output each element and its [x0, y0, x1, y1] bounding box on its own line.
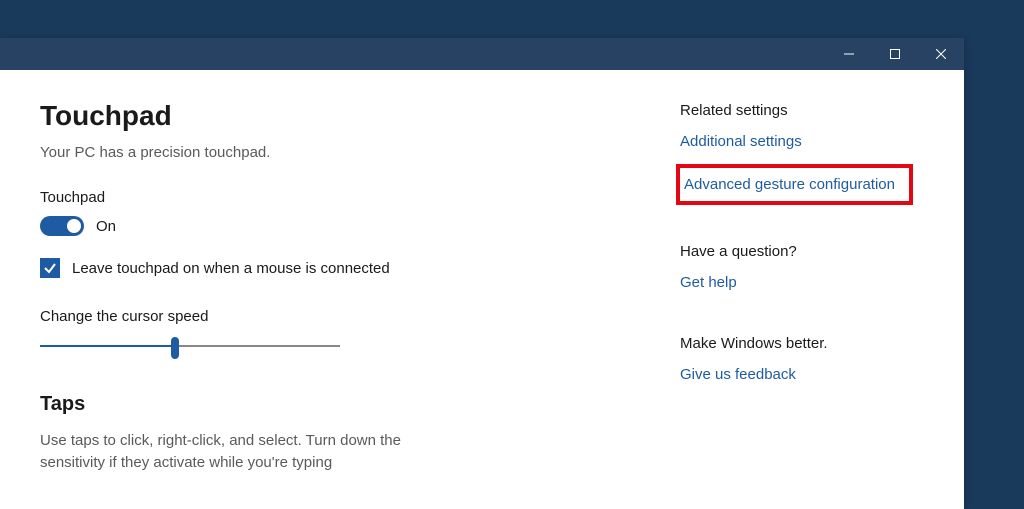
touchpad-toggle-row: On [40, 216, 640, 236]
window-titlebar [0, 38, 964, 70]
toggle-knob [67, 219, 81, 233]
cursor-speed-label: Change the cursor speed [40, 308, 640, 325]
maximize-button[interactable] [872, 38, 918, 70]
cursor-speed-slider[interactable] [40, 335, 340, 359]
settings-window: Touchpad Your PC has a precision touchpa… [0, 38, 964, 509]
close-button[interactable] [918, 38, 964, 70]
touchpad-toggle[interactable] [40, 216, 84, 236]
page-title: Touchpad [40, 100, 640, 132]
additional-settings-link[interactable]: Additional settings [680, 133, 924, 150]
side-column: Related settings Additional settings Adv… [640, 100, 924, 509]
content-area: Touchpad Your PC has a precision touchpa… [0, 70, 964, 509]
feedback-heading: Make Windows better. [680, 335, 924, 352]
advanced-gesture-link[interactable]: Advanced gesture configuration [684, 176, 895, 193]
cursor-speed-section: Change the cursor speed [40, 308, 640, 359]
get-help-link[interactable]: Get help [680, 274, 924, 291]
help-group: Have a question? Get help [680, 243, 924, 291]
taps-heading: Taps [40, 393, 640, 416]
page-subtitle: Your PC has a precision touchpad. [40, 144, 640, 161]
mouse-connected-checkbox[interactable] [40, 258, 60, 278]
main-column: Touchpad Your PC has a precision touchpa… [40, 100, 640, 509]
minimize-button[interactable] [826, 38, 872, 70]
mouse-connected-label: Leave touchpad on when a mouse is connec… [72, 260, 390, 277]
touchpad-label: Touchpad [40, 189, 640, 206]
give-feedback-link[interactable]: Give us feedback [680, 366, 924, 383]
question-heading: Have a question? [680, 243, 924, 260]
slider-fill [40, 345, 175, 347]
feedback-group: Make Windows better. Give us feedback [680, 335, 924, 383]
slider-thumb[interactable] [171, 337, 179, 359]
mouse-connected-checkbox-row: Leave touchpad on when a mouse is connec… [40, 258, 640, 278]
related-settings-heading: Related settings [680, 102, 924, 119]
taps-description: Use taps to click, right-click, and sele… [40, 430, 460, 474]
highlight-annotation: Advanced gesture configuration [676, 164, 913, 205]
touchpad-toggle-state: On [96, 218, 116, 235]
